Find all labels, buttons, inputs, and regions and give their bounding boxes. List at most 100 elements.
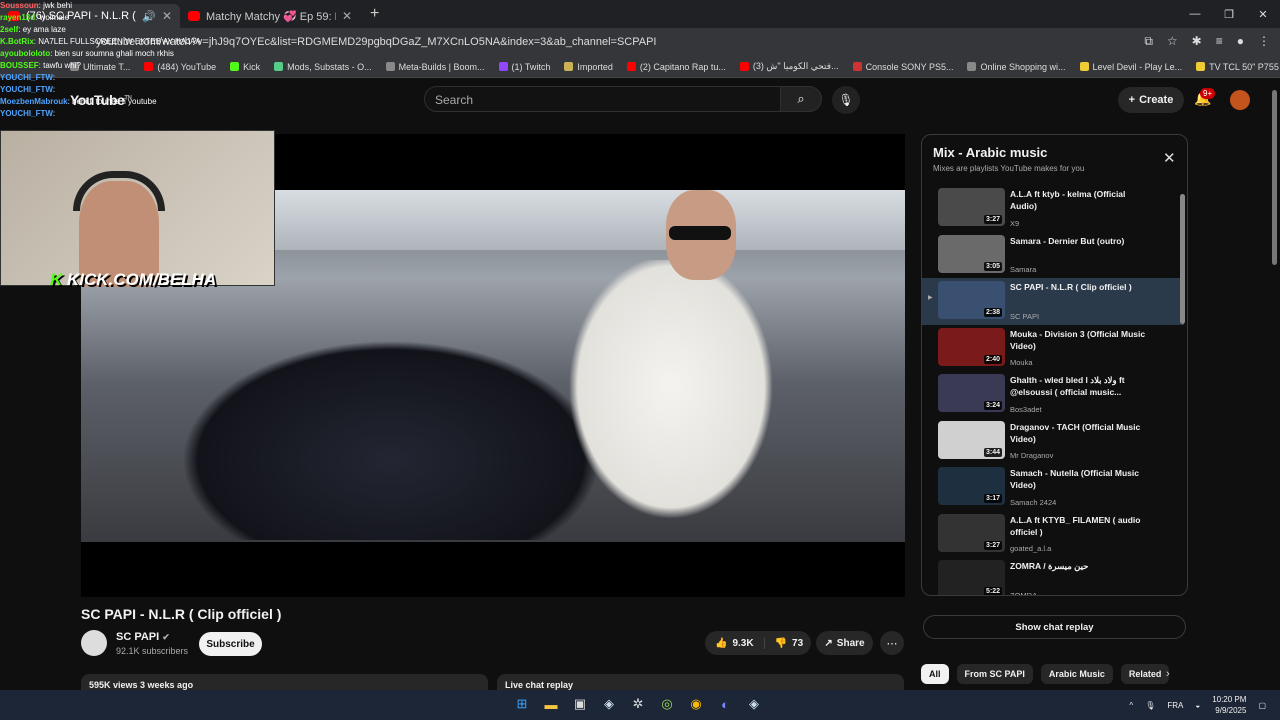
bookmark-item[interactable]: Console SONY PS5... (852, 62, 953, 72)
video-thumbnail[interactable]: 2:38 (938, 281, 1005, 319)
mix-scrollbar[interactable] (1180, 186, 1185, 586)
page-scrollbar[interactable] (1272, 90, 1277, 265)
media-icon[interactable]: ≡ (1216, 34, 1223, 49)
notification-icon[interactable]: ▢ (1258, 701, 1266, 710)
close-icon[interactable]: ✕ (1163, 149, 1176, 167)
mix-item[interactable]: 3:44 Draganov - TACH (Official Music Vide… (922, 418, 1184, 465)
language-indicator[interactable]: FRA (1167, 701, 1183, 710)
video-thumbnail[interactable]: 3:27 (938, 188, 1005, 226)
video-thumbnail[interactable]: 3:24 (938, 374, 1005, 412)
wifi-icon[interactable]: ◒ (1195, 701, 1200, 710)
video-thumbnail[interactable]: 3:27 (938, 513, 1005, 552)
video-car (181, 340, 601, 540)
bookmark-item[interactable]: (2) Capitano Rap tu... (626, 62, 726, 72)
chrome-icon[interactable]: ◉ (686, 693, 706, 715)
maximize-icon[interactable]: ❐ (1212, 0, 1246, 28)
close-window-icon[interactable]: ✕ (1246, 0, 1280, 28)
kick-handle-overlay: K KICK.COM/BELHA (50, 270, 217, 289)
bookmark-item[interactable]: Online Shopping wi... (967, 62, 1066, 72)
discord-icon[interactable]: ◐ (715, 693, 735, 715)
video-thumbnail[interactable]: 3:05 (938, 234, 1005, 273)
bookmark-item[interactable]: Kick (230, 62, 260, 72)
mix-item[interactable]: 3:27 A.L.A ft ktyb - kelma (Official Audi… (922, 185, 1184, 232)
search-button[interactable]: ⌕ (780, 86, 822, 112)
xbox-icon[interactable]: ◎ (657, 693, 677, 715)
store-icon[interactable]: ▣ (570, 693, 590, 715)
bookmark-item[interactable]: TV TCL 50" P755 UH... (1196, 62, 1280, 72)
video-thumbnail[interactable]: 3:44 (938, 420, 1005, 459)
channel-avatar[interactable] (81, 630, 107, 656)
show-chat-replay-button[interactable]: Show chat replay (923, 615, 1186, 639)
plus-icon: + (1128, 94, 1136, 106)
bookmark-icon (385, 62, 395, 71)
bookmark-item[interactable]: (1) Twitch (498, 62, 550, 72)
chevron-right-icon[interactable]: › (1166, 668, 1170, 680)
chat-line: YOUCHI_FTW: (0, 73, 56, 82)
voice-search-button[interactable]: 🎙 (832, 86, 860, 114)
extensions-icon[interactable]: ✱ (1192, 34, 1202, 49)
share-button[interactable]: ↗ Share (816, 631, 873, 655)
account-avatar[interactable] (1230, 90, 1250, 110)
app-icon[interactable]: ✲ (628, 693, 648, 715)
star-icon[interactable]: ☆ (1167, 34, 1178, 49)
description-box[interactable]: 595K views 3 weeks ago (81, 674, 488, 690)
search-input[interactable]: Search (424, 86, 782, 112)
kick-icon (230, 62, 240, 71)
new-tab-button[interactable]: + (360, 5, 389, 23)
bookmark-item[interactable]: (3) فتحي الكوميا "ش... (739, 61, 839, 72)
search-icon: ⌕ (797, 91, 805, 106)
mix-item[interactable]: 2:40 Mouka - Division 3 (Official Music V… (922, 325, 1184, 372)
channel-name[interactable]: SC PAPI ✔ (116, 631, 170, 643)
menu-icon[interactable]: ⋮ (1258, 34, 1270, 49)
windows-start-icon[interactable]: ⊞ (512, 693, 532, 715)
mic-icon[interactable]: 🎙 (1145, 701, 1155, 710)
duration-badge: 2:38 (983, 308, 1002, 317)
steam-icon[interactable]: ◈ (599, 693, 619, 715)
minimize-icon[interactable]: — (1178, 0, 1212, 28)
dislike-button[interactable]: 👎 73 (765, 638, 814, 649)
mix-item[interactable]: 3:24 Ghalth - wled bled l ولاد بلاد ft @e… (922, 371, 1184, 418)
chip-all[interactable]: All (921, 664, 949, 684)
mix-item[interactable]: 3:17 Samach - Nutella (Official Music Vid… (922, 464, 1184, 511)
chip-arabic-music[interactable]: Arabic Music (1040, 664, 1113, 684)
file-explorer-icon[interactable]: ▬ (541, 693, 561, 715)
bookmark-item[interactable]: Imported (564, 62, 613, 72)
folder-icon (564, 62, 574, 71)
chat-line: YOUCHI_FTW: (0, 85, 56, 94)
steam-icon[interactable]: ◈ (744, 693, 764, 715)
mix-item-title: Draganov - TACH (Official Music Video) (1010, 421, 1141, 444)
mix-item-channel: Mr Draganov (1010, 451, 1054, 460)
bookmark-icon (852, 62, 862, 71)
chevron-up-icon[interactable]: ^ (1129, 701, 1133, 710)
mix-item-channel: goated_a.l.a (1010, 544, 1052, 553)
create-button[interactable]: + Create (1118, 87, 1184, 113)
clock[interactable]: 10:20 PM 9/9/2025 (1212, 694, 1246, 716)
cast-icon[interactable]: ⧉ (1144, 34, 1153, 49)
mix-item[interactable]: 5:22 ZOMRA / حين ميسرة ZOMRA (922, 557, 1184, 595)
duration-badge: 3:27 (983, 215, 1002, 224)
mix-item-title: Mouka - Division 3 (Official Music Video… (1010, 328, 1146, 351)
chip-related[interactable]: Related (1120, 664, 1170, 684)
close-tab-icon[interactable]: ✕ (342, 9, 352, 23)
chat-line: YOUCHI_FTW: (0, 109, 56, 118)
more-actions-button[interactable]: ⋯ (880, 631, 904, 655)
video-thumbnail[interactable]: 2:40 (938, 327, 1005, 366)
live-chat-box[interactable]: Live chat replay (497, 674, 904, 690)
bookmark-item[interactable]: Meta-Builds | Boom... (385, 62, 485, 72)
video-thumbnail[interactable]: 3:17 (938, 467, 1005, 505)
video-thumbnail[interactable]: 5:22 (938, 560, 1005, 595)
mix-item[interactable]: 3:05 Samara - Dernier But (outro) Samara (922, 232, 1184, 279)
chip-from-channel[interactable]: From SC PAPI (956, 664, 1033, 684)
video-title: SC PAPI - N.L.R ( Clip officiel ) (81, 606, 282, 622)
like-button[interactable]: 👍 9.3K (705, 637, 765, 649)
video-person (551, 260, 791, 542)
profile-icon[interactable]: ● (1237, 34, 1244, 49)
subscribe-button[interactable]: Subscribe (199, 632, 262, 656)
bookmark-item[interactable]: Mods, Substats - O... (274, 62, 372, 72)
bookmark-item[interactable]: Level Devil - Play Le... (1079, 62, 1182, 72)
mix-item-channel: SC PAPI (1010, 311, 1040, 321)
mix-item[interactable]: 3:27 A.L.A ft KTYB_ FILAMEN ( audio offic… (922, 511, 1184, 558)
kick-icon: K (50, 270, 67, 289)
mix-item[interactable]: ▶ 2:38 SC PAPI - N.L.R ( Clip officiel ) SC… (922, 278, 1184, 325)
scroll-thumb[interactable] (1180, 194, 1185, 324)
